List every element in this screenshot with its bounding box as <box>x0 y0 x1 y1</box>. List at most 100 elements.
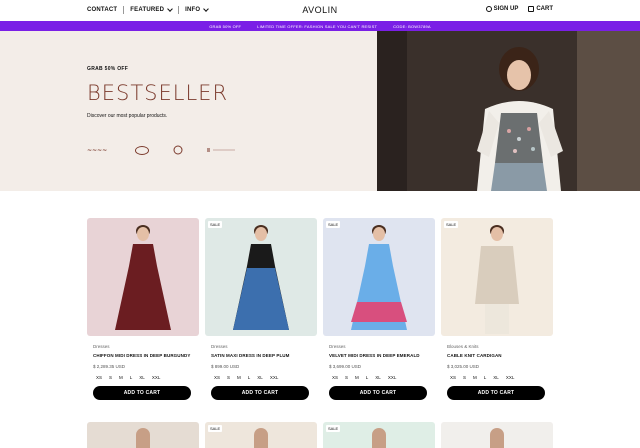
product-card[interactable]: SALE Blouses & Knits CABLE KNIT CARDIGAN $ … <box>441 218 553 400</box>
product-image[interactable]: SALE <box>323 422 435 448</box>
product-category: Dresses <box>93 344 110 349</box>
size-option[interactable]: L <box>130 375 133 380</box>
add-to-cart-button[interactable]: ADD TO CART <box>93 386 191 400</box>
partner-logo-3 <box>173 145 183 155</box>
size-option[interactable]: XS <box>450 375 456 380</box>
size-option[interactable]: M <box>119 375 123 380</box>
promo-item: CODE: BOW3789A <box>393 23 431 29</box>
product-price: $ 3,699.00 USD <box>329 364 362 369</box>
sale-badge: SALE <box>208 221 223 228</box>
model-head <box>136 428 150 448</box>
sign-up-link[interactable]: SIGN UP <box>485 6 519 12</box>
model-figure <box>233 225 289 330</box>
product-card[interactable]: SALE <box>323 422 435 448</box>
hero-subtitle: Discover our most popular products. <box>87 113 168 119</box>
product-image[interactable]: SALE <box>441 218 553 336</box>
product-name[interactable]: SATIN MAXI DRESS IN DEEP PLUM <box>205 353 317 358</box>
cart-icon <box>528 6 535 12</box>
cart-link[interactable]: CART <box>528 6 553 12</box>
size-option[interactable]: S <box>345 375 348 380</box>
hero-eyebrow: GRAB 50% OFF <box>87 66 129 72</box>
sale-badge: SALE <box>444 221 459 228</box>
product-category: Blouses & Knits <box>447 344 479 349</box>
user-icon <box>485 6 492 12</box>
hero-image <box>377 31 640 191</box>
size-options: XS S M L XL XXL <box>441 375 553 380</box>
model-head <box>490 428 504 448</box>
size-option[interactable]: XS <box>96 375 102 380</box>
product-image[interactable] <box>441 422 553 448</box>
product-grid-row-2: SALE SALE <box>87 422 553 448</box>
nav-right: SIGN UP CART <box>485 6 553 12</box>
product-image[interactable] <box>87 422 199 448</box>
size-option[interactable]: M <box>355 375 359 380</box>
partner-logos: ~~~~ <box>87 145 237 155</box>
product-card[interactable]: SALE <box>205 422 317 448</box>
promo-item: GRAB 50% OFF <box>209 23 242 29</box>
product-price: $ 899.00 USD <box>211 364 240 369</box>
site-header: CONTACT FEATURED INFO AVOLIN SIGN UP CAR… <box>0 0 640 21</box>
size-option[interactable]: XL <box>139 375 145 380</box>
size-option[interactable]: XL <box>375 375 381 380</box>
product-card[interactable]: SALE Dresses VELVET MIDI DRESS IN DEEP EME… <box>323 218 435 400</box>
svg-text:~~~~: ~~~~ <box>87 147 107 154</box>
partner-logo-4 <box>207 148 235 152</box>
promo-item: LIMITED TIME OFFER: FASHION SALE YOU CAN… <box>257 23 378 29</box>
product-image[interactable] <box>87 218 199 336</box>
product-price: $ 2,289.35 USD <box>93 364 126 369</box>
size-option[interactable]: S <box>227 375 230 380</box>
size-options: XS S M L XL XXL <box>87 375 199 380</box>
size-option[interactable]: M <box>473 375 477 380</box>
size-option[interactable]: L <box>366 375 369 380</box>
size-option[interactable]: XXL <box>506 375 515 380</box>
size-option[interactable]: XS <box>214 375 220 380</box>
product-image[interactable]: SALE <box>323 218 435 336</box>
product-category: Dresses <box>329 344 346 349</box>
model-figure <box>351 225 407 330</box>
size-options: XS S M L XL XXL <box>323 375 435 380</box>
hero-banner: GRAB 50% OFF BESTSELLER Discover our mos… <box>0 31 640 191</box>
hero-model-illustration <box>377 31 640 191</box>
product-grid: Dresses CHIFFON MIDI DRESS IN DEEP BURGUN… <box>87 218 553 400</box>
product-card[interactable]: Dresses CHIFFON MIDI DRESS IN DEEP BURGUN… <box>87 218 199 400</box>
size-option[interactable]: M <box>237 375 241 380</box>
cart-label: CART <box>536 6 553 12</box>
model-figure <box>475 225 519 334</box>
add-to-cart-button[interactable]: ADD TO CART <box>329 386 427 400</box>
size-option[interactable]: XL <box>257 375 263 380</box>
product-image[interactable]: SALE <box>205 422 317 448</box>
product-image[interactable]: SALE <box>205 218 317 336</box>
promo-bar: GRAB 50% OFF LIMITED TIME OFFER: FASHION… <box>0 21 640 31</box>
partner-logo-1: ~~~~ <box>87 147 107 154</box>
size-option[interactable]: XXL <box>388 375 397 380</box>
product-category: Dresses <box>211 344 228 349</box>
model-figure <box>115 225 171 330</box>
add-to-cart-button[interactable]: ADD TO CART <box>447 386 545 400</box>
size-option[interactable]: S <box>463 375 466 380</box>
size-option[interactable]: S <box>109 375 112 380</box>
size-option[interactable]: L <box>248 375 251 380</box>
size-option[interactable]: L <box>484 375 487 380</box>
product-name[interactable]: CABLE KNIT CARDIGAN <box>441 353 553 358</box>
product-name[interactable]: VELVET MIDI DRESS IN DEEP EMERALD <box>323 353 435 358</box>
model-head <box>254 428 268 448</box>
sale-badge: SALE <box>326 425 341 432</box>
size-option[interactable]: XL <box>493 375 499 380</box>
product-price: $ 3,025.00 USD <box>447 364 480 369</box>
product-card[interactable]: SALE Dresses SATIN MAXI DRESS IN DEEP PLUM… <box>205 218 317 400</box>
sale-badge: SALE <box>326 221 341 228</box>
product-card[interactable] <box>87 422 199 448</box>
size-option[interactable]: XS <box>332 375 338 380</box>
size-options: XS S M L XL XXL <box>205 375 317 380</box>
sale-badge: SALE <box>208 425 223 432</box>
hero-title: BESTSELLER <box>87 81 229 105</box>
product-name[interactable]: CHIFFON MIDI DRESS IN DEEP BURGUNDY <box>87 353 199 358</box>
model-head <box>372 428 386 448</box>
hero-text: GRAB 50% OFF BESTSELLER Discover our mos… <box>87 66 228 119</box>
product-card[interactable] <box>441 422 553 448</box>
partner-logo-2 <box>135 145 149 155</box>
size-option[interactable]: XXL <box>152 375 161 380</box>
add-to-cart-button[interactable]: ADD TO CART <box>211 386 309 400</box>
sign-up-label: SIGN UP <box>493 6 519 12</box>
size-option[interactable]: XXL <box>270 375 279 380</box>
